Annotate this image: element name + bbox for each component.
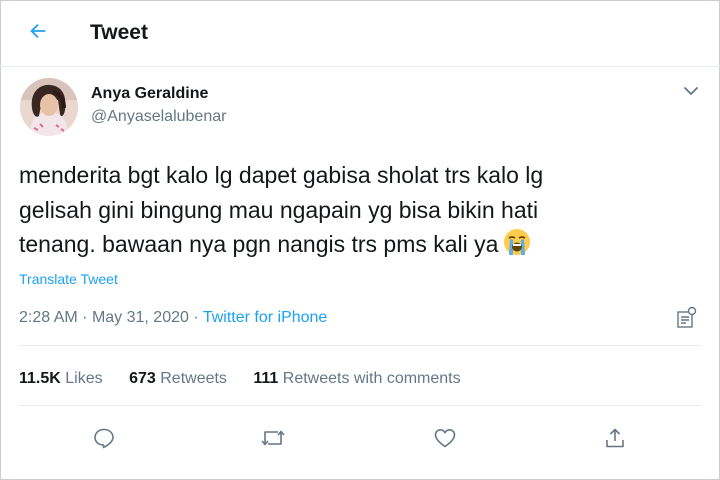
tweet-stats: 11.5K Likes 673 Retweets 111 Retweets wi… <box>19 370 483 388</box>
arrow-left-icon <box>27 20 49 47</box>
share-icon <box>603 426 627 455</box>
author-name[interactable]: Anya Geraldine <box>91 85 208 103</box>
analytics-icon <box>676 306 698 334</box>
divider <box>19 345 701 346</box>
tweet-source-link[interactable]: Twitter for iPhone <box>203 309 328 326</box>
tweet-text-line: gelisah gini bingung mau ngapain yg bisa… <box>19 196 539 223</box>
back-button[interactable] <box>22 17 54 49</box>
tweet-text-line: menderita bgt kalo lg dapet gabisa shola… <box>19 162 544 188</box>
reply-button[interactable] <box>91 427 117 453</box>
tweet-text: menderita bgt kalo lg dapet gabisa shola… <box>19 158 699 262</box>
page-title: Tweet <box>90 21 148 44</box>
avatar[interactable] <box>20 78 78 136</box>
tweet-date[interactable]: May 31, 2020 <box>92 309 189 326</box>
tweet-actions <box>0 420 720 460</box>
tweet-meta: 2:28 AM · May 31, 2020 · Twitter for iPh… <box>19 309 327 327</box>
retweet-icon <box>260 426 286 455</box>
tweet-analytics-button[interactable] <box>676 306 698 330</box>
translate-tweet-link[interactable]: Translate Tweet <box>19 271 118 287</box>
chevron-down-icon <box>683 83 699 101</box>
heart-icon <box>433 426 457 455</box>
reply-icon <box>92 426 116 455</box>
author-handle[interactable]: @Anyaselalubenar <box>91 108 226 126</box>
tweet-text-line: tenang. bawaan nya pgn nangis trs pms ka… <box>19 227 699 262</box>
tweet-time[interactable]: 2:28 AM <box>19 309 78 326</box>
likes-stat[interactable]: 11.5K Likes <box>19 370 103 388</box>
quote-tweets-stat[interactable]: 111 Retweets with comments <box>253 370 460 388</box>
share-button[interactable] <box>602 427 628 453</box>
loudly-crying-face-icon <box>502 227 532 257</box>
like-button[interactable] <box>432 427 458 453</box>
more-options-button[interactable] <box>680 84 702 100</box>
meta-separator: · <box>193 309 199 326</box>
header: Tweet <box>0 0 720 67</box>
retweet-button[interactable] <box>260 427 286 453</box>
divider <box>19 405 701 406</box>
retweets-stat[interactable]: 673 Retweets <box>129 370 227 388</box>
meta-separator: · <box>82 309 88 326</box>
